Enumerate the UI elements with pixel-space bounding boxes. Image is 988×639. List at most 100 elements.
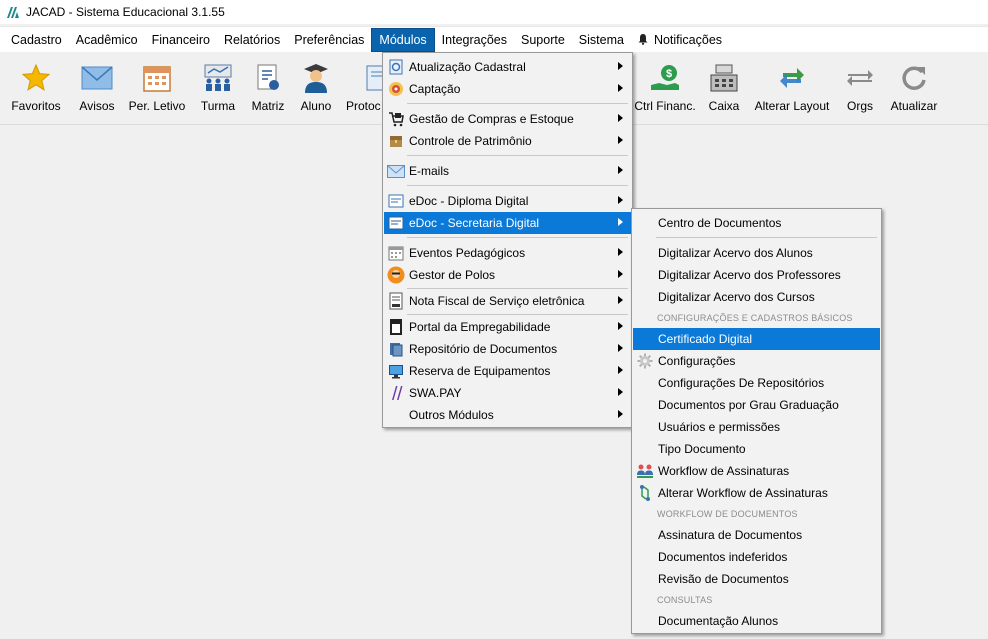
menu-relatorios[interactable]: Relatórios — [217, 28, 287, 52]
toolbar-favoritos[interactable]: Favoritos — [10, 61, 62, 121]
toolbar-label: Orgs — [846, 99, 873, 113]
submenu-item-config-repositorios[interactable]: Configurações De Repositórios — [633, 372, 880, 394]
toolbar-alterar-layout[interactable]: Alterar Layout — [752, 61, 832, 121]
secretaria-doc-icon — [388, 216, 404, 230]
submenu-arrow-icon — [618, 248, 623, 256]
menu-item-eventos-pedagogicos[interactable]: Eventos Pedagógicos — [384, 242, 631, 264]
submenu-item-documentos-grau[interactable]: Documentos por Grau Graduação — [633, 394, 880, 416]
toolbar-label: Per. Letivo — [128, 99, 186, 113]
menu-financeiro[interactable]: Financeiro — [145, 28, 217, 52]
gear-icon — [637, 353, 653, 369]
workflow-edit-icon — [640, 485, 650, 501]
swap-arrows-icon — [780, 68, 804, 88]
refresh-icon — [902, 66, 926, 90]
toolbar-label: Favoritos — [11, 99, 61, 113]
menu-sistema[interactable]: Sistema — [572, 28, 631, 52]
submenu-arrow-icon — [618, 196, 623, 204]
section-header-workflow: WORKFLOW DE DOCUMENTOS — [657, 509, 798, 519]
menu-item-reserva-equipamentos[interactable]: Reserva de Equipamentos — [384, 360, 631, 382]
toolbar-caixa[interactable]: Caixa — [704, 61, 744, 121]
toolbar-per-letivo[interactable]: Per. Letivo — [127, 61, 187, 121]
section-header-configuracoes: CONFIGURAÇÕES E CADASTROS BÁSICOS — [657, 313, 853, 323]
menu-notificacoes[interactable]: Notificações — [631, 28, 729, 52]
menu-item-emails[interactable]: E-mails — [384, 160, 631, 182]
manager-avatar-icon — [387, 266, 405, 284]
menu-modulos[interactable]: Módulos — [371, 27, 435, 52]
menu-item-captacao[interactable]: Captação — [384, 78, 631, 100]
toolbar-label: Atualizar — [890, 99, 938, 113]
submenu-item-workflow-assinaturas[interactable]: Workflow de Assinaturas — [633, 460, 880, 482]
toolbar-orgs[interactable]: Orgs — [842, 61, 878, 121]
menu-item-outros-modulos[interactable]: Outros Módulos — [384, 404, 631, 426]
submenu-item-digitalizar-professores[interactable]: Digitalizar Acervo dos Professores — [633, 264, 880, 286]
menu-separator — [407, 155, 628, 156]
calendar-icon — [143, 66, 171, 92]
submenu-item-configuracoes[interactable]: Configurações — [633, 350, 880, 372]
toolbar-label: Caixa — [708, 99, 740, 113]
toolbar-turma[interactable]: Turma — [198, 61, 238, 121]
submenu-item-centro-documentos[interactable]: Centro de Documentos — [633, 212, 880, 234]
submenu-arrow-icon — [618, 388, 623, 396]
target-icon — [389, 82, 403, 96]
protocol-icon — [366, 65, 382, 91]
toolbar-atualizar[interactable]: Atualizar — [888, 61, 940, 121]
submenu-arrow-icon — [618, 166, 623, 174]
submenu-item-documentacao-alunos[interactable]: Documentação Alunos — [633, 610, 880, 632]
menu-item-gestao-compras[interactable]: Gestão de Compras e Estoque — [384, 108, 631, 130]
menu-item-controle-patrimonio[interactable]: Controle de Patrimônio — [384, 130, 631, 152]
menu-item-gestor-polos[interactable]: Gestor de Polos — [384, 264, 631, 286]
toolbar-label: Alterar Layout — [754, 99, 830, 113]
menu-item-atualizacao-cadastral[interactable]: Atualização Cadastral — [384, 56, 631, 78]
toolbar-label: Turma — [200, 99, 236, 113]
toolbar-ctrl-financ[interactable]: $ Ctrl Financ. — [633, 61, 697, 121]
jacad-logo-icon — [7, 7, 19, 18]
submenu-arrow-icon — [618, 366, 623, 374]
menu-bar: Cadastro Acadêmico Financeiro Relatórios… — [0, 26, 988, 52]
submenu-item-certificado-digital[interactable]: Certificado Digital — [633, 328, 880, 350]
submenu-item-revisao-documentos[interactable]: Revisão de Documentos — [633, 568, 880, 590]
submenu-item-assinatura-documentos[interactable]: Assinatura de Documentos — [633, 524, 880, 546]
menu-item-edoc-secretaria[interactable]: eDoc - Secretaria Digital — [384, 212, 631, 234]
submenu-item-usuarios-permissoes[interactable]: Usuários e permissões — [633, 416, 880, 438]
menu-cadastro[interactable]: Cadastro — [4, 28, 69, 52]
submenu-item-digitalizar-alunos[interactable]: Digitalizar Acervo dos Alunos — [633, 242, 880, 264]
menu-item-portal-empregabilidade[interactable]: Portal da Empregabilidade — [384, 316, 631, 338]
menu-preferencias[interactable]: Preferências — [287, 28, 371, 52]
menu-item-edoc-diploma[interactable]: eDoc - Diploma Digital — [384, 190, 631, 212]
submenu-item-tipo-documento[interactable]: Tipo Documento — [633, 438, 880, 460]
menu-item-swa-pay[interactable]: SWA.PAY — [384, 382, 631, 404]
menu-separator — [656, 237, 877, 238]
submenu-arrow-icon — [618, 322, 623, 330]
menu-academico[interactable]: Acadêmico — [69, 28, 145, 52]
menu-item-nota-fiscal[interactable]: Nota Fiscal de Serviço eletrônica — [384, 290, 631, 312]
submenu-arrow-icon — [618, 344, 623, 352]
title-bar: JACAD - Sistema Educacional 3.1.55 — [0, 0, 988, 24]
submenu-item-documentos-indeferidos[interactable]: Documentos indeferidos — [633, 546, 880, 568]
toolbar-avisos[interactable]: Avisos — [77, 61, 117, 121]
menu-integracoes[interactable]: Integrações — [435, 28, 514, 52]
submenu-arrow-icon — [618, 62, 623, 70]
form-update-icon — [389, 59, 403, 75]
cv-icon — [390, 319, 402, 335]
submenu-arrow-icon — [618, 410, 623, 418]
toolbar-aluno[interactable]: Aluno — [297, 61, 335, 121]
window-title: JACAD - Sistema Educacional 3.1.55 — [26, 5, 225, 19]
menu-separator — [407, 103, 628, 104]
toolbar-protocolo[interactable]: Protoc — [346, 61, 382, 121]
envelope-icon — [81, 66, 113, 90]
menu-separator — [407, 288, 628, 289]
shopping-cart-icon — [389, 112, 404, 127]
submenu-item-alterar-workflow[interactable]: Alterar Workflow de Assinaturas — [633, 482, 880, 504]
toolbar-matriz[interactable]: Matriz — [249, 61, 287, 121]
menu-suporte[interactable]: Suporte — [514, 28, 572, 52]
svg-text:$: $ — [666, 68, 672, 80]
toolbar-label: Avisos — [79, 99, 115, 113]
section-header-consultas: CONSULTAS — [657, 595, 713, 605]
submenu-item-digitalizar-cursos[interactable]: Digitalizar Acervo dos Cursos — [633, 286, 880, 308]
menu-item-repositorio-documentos[interactable]: Repositório de Documentos — [384, 338, 631, 360]
certificate-icon — [257, 64, 279, 90]
cash-register-icon — [710, 64, 738, 92]
secretaria-digital-submenu: Centro de Documentos Digitalizar Acervo … — [631, 208, 882, 634]
invoice-icon — [389, 292, 403, 310]
submenu-arrow-icon — [618, 270, 623, 278]
